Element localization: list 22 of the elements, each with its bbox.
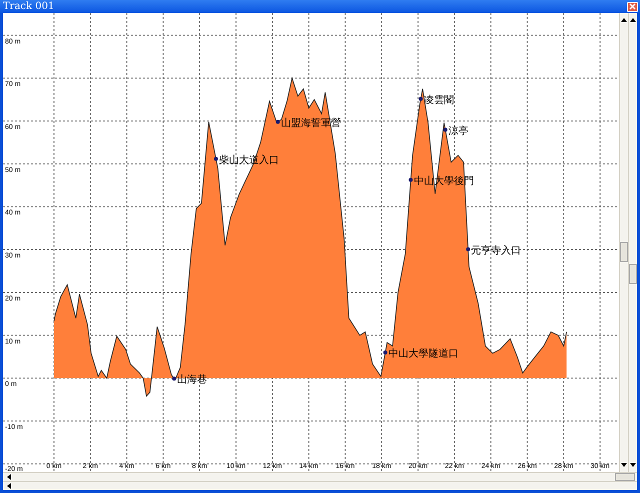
waypoint-marker [383, 350, 388, 355]
waypoint-marker [276, 120, 280, 124]
scrollbar[interactable] [3, 481, 637, 490]
waypoint-marker [418, 96, 423, 101]
waypoint-marker [172, 376, 176, 381]
scrollbar-thumb[interactable] [629, 264, 637, 284]
waypoint-label: 中山大學隧道口 [388, 348, 458, 360]
close-icon [629, 3, 636, 10]
scrollbar[interactable] [619, 13, 628, 472]
close-button[interactable] [627, 2, 638, 12]
waypoint-label: 元亨寺入口 [471, 245, 522, 256]
waypoint-marker [408, 178, 413, 182]
scrollbar[interactable] [3, 472, 637, 481]
scrollbar-thumb[interactable] [615, 473, 635, 481]
window-title: Track 001 [3, 2, 54, 12]
waypoint-marker [214, 156, 218, 161]
scrollbar-thumb[interactable] [620, 242, 628, 262]
waypoint-label: 山海巷 [177, 374, 208, 386]
waypoint-label: 涼亭 [448, 126, 468, 137]
waypoint-marker [443, 128, 448, 132]
scrollbar[interactable] [628, 13, 637, 472]
waypoint-marker [466, 247, 470, 252]
